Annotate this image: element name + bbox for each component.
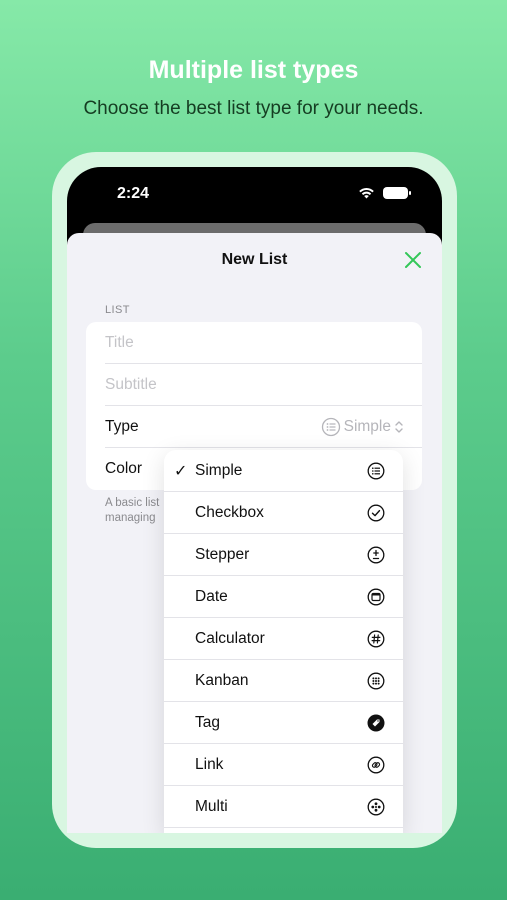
menu-item-label: Stepper: [195, 546, 250, 563]
hashtag-circle-icon: [367, 630, 385, 648]
link-icon: [367, 756, 385, 774]
wifi-icon: [359, 188, 374, 199]
type-value: Simple: [343, 418, 391, 435]
menu-item-simple[interactable]: ✓ Simple: [164, 450, 403, 492]
type-picker[interactable]: Simple: [321, 406, 404, 448]
menu-item-calculator[interactable]: Calculator: [164, 618, 403, 660]
promo-headline: Multiple list types: [148, 56, 359, 84]
multi-icon: [367, 798, 385, 816]
menu-item-label: Calculator: [195, 630, 265, 647]
title-placeholder: Title: [105, 334, 134, 351]
type-description-line-2: managing: [105, 512, 156, 524]
menu-item-checkbox[interactable]: Checkbox: [164, 492, 403, 534]
calendar-icon: [367, 588, 385, 606]
menu-item-kanban[interactable]: Kanban: [164, 660, 403, 702]
phone-screen: 2:24 New List LIST Title Subtitle Type S…: [67, 167, 442, 833]
menu-item-label: Link: [195, 756, 224, 773]
list-icon: [367, 462, 385, 480]
type-menu: ✓ Simple Checkbox Stepper Date Calculato…: [164, 450, 403, 833]
type-description: A basic list managing: [105, 496, 159, 526]
menu-item-label: Simple: [195, 462, 243, 479]
menu-item-label: Multi: [195, 798, 228, 815]
subtitle-placeholder: Subtitle: [105, 376, 157, 393]
close-icon[interactable]: [402, 249, 424, 271]
status-bar: 2:24: [67, 167, 442, 223]
title-field[interactable]: Title: [86, 322, 422, 364]
menu-item-label: Tag: [195, 714, 220, 731]
status-icons: [358, 187, 411, 199]
promo-subline: Choose the best list type for your needs…: [83, 98, 424, 119]
sheet-title: New List: [221, 251, 288, 268]
type-label: Type: [105, 418, 139, 435]
menu-item-multi[interactable]: Multi: [164, 786, 403, 828]
menu-item-stepper[interactable]: Stepper: [164, 534, 403, 576]
grid-circle-icon: [367, 672, 385, 690]
section-label-list: LIST: [105, 304, 130, 316]
type-description-line-1: A basic list: [105, 497, 160, 509]
menu-item-label: Kanban: [195, 672, 249, 689]
menu-item-link[interactable]: Link: [164, 744, 403, 786]
menu-item-label: Date: [195, 588, 228, 605]
tag-icon: [367, 714, 385, 732]
color-label: Color: [105, 460, 143, 477]
battery-icon: [383, 187, 411, 199]
menu-item-date[interactable]: Date: [164, 576, 403, 618]
stepper-icon: [367, 546, 385, 564]
checkmark-circle-icon: [367, 504, 385, 522]
type-row[interactable]: Type Simple: [86, 406, 422, 448]
menu-item-tag[interactable]: Tag: [164, 702, 403, 744]
checkmark-icon: ✓: [174, 463, 188, 480]
chevron-up-down-icon: [395, 421, 403, 433]
list-icon: [321, 417, 340, 437]
menu-item-label: Checkbox: [195, 504, 264, 521]
status-time: 2:24: [117, 185, 150, 202]
subtitle-field[interactable]: Subtitle: [86, 364, 422, 406]
